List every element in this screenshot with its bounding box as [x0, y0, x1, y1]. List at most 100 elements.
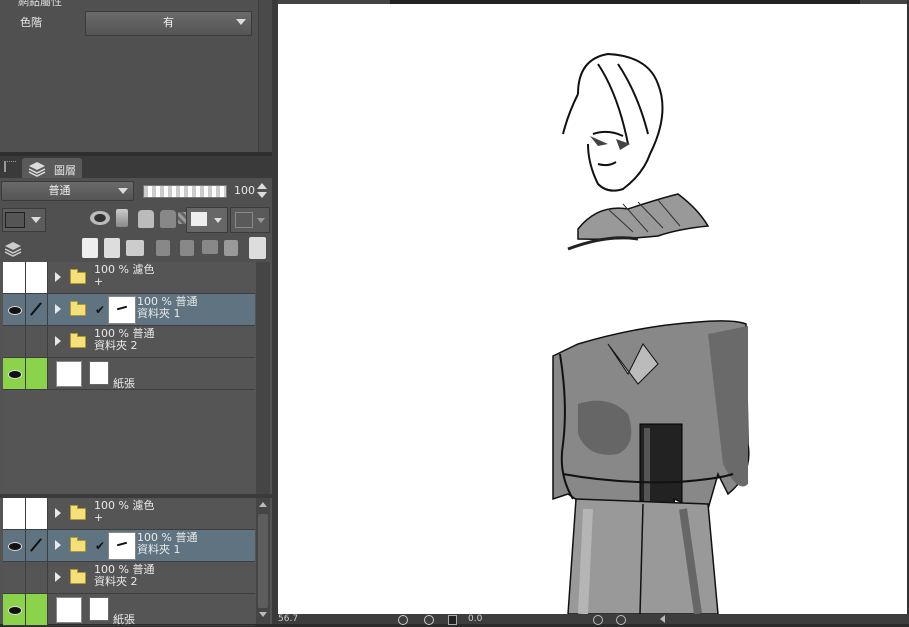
expand-icon[interactable]: [55, 572, 61, 582]
layer-info: 100 % 濾色: [94, 263, 155, 276]
character-illustration: [552, 52, 750, 614]
layer-list-bottom: 100 % 濾色 + ✔ 100 % 普通 資料夾 1 100 % 普通 資料夾…: [3, 498, 255, 626]
pen-icon: [30, 302, 42, 316]
check-icon: ✔: [95, 539, 106, 553]
clip-icon[interactable]: [90, 211, 110, 225]
apply-mask-icon[interactable]: [224, 240, 238, 256]
visibility-toggle[interactable]: [3, 358, 26, 389]
new-folder-icon[interactable]: [126, 240, 144, 256]
layer-row[interactable]: 紙張: [3, 594, 255, 626]
chevron-down-icon: [118, 188, 128, 194]
blend-mode-dropdown[interactable]: 普通: [1, 181, 134, 201]
expand-icon[interactable]: [55, 336, 61, 346]
paper-icon: [89, 361, 109, 385]
transfer-down-icon[interactable]: [180, 240, 194, 256]
new-layer-icon[interactable]: [82, 238, 98, 258]
scroll-left-icon[interactable]: [660, 615, 665, 623]
opacity-stepper[interactable]: [257, 183, 267, 199]
lock-toggle[interactable]: [26, 358, 48, 389]
visibility-toggle[interactable]: [3, 562, 26, 593]
ruler-icon: [235, 212, 253, 228]
drawing-canvas[interactable]: [278, 4, 908, 614]
layer-row[interactable]: 紙張: [3, 358, 255, 390]
visibility-toggle[interactable]: [3, 594, 26, 625]
layer-list-scrollbar[interactable]: [256, 262, 270, 494]
visibility-toggle[interactable]: [3, 498, 26, 529]
layer-list-top: 100 % 濾色 + ✔ 100 % 普通 資料夾 1 100 % 普通 資料夾…: [3, 262, 255, 494]
layer-mask-dropdown[interactable]: [186, 207, 228, 233]
layer-row[interactable]: 100 % 普通 資料夾 2: [3, 326, 255, 358]
reference-icon[interactable]: [116, 209, 128, 227]
layer-panel-icon: [4, 242, 22, 257]
layer-name: 紙張: [113, 377, 135, 390]
trash-icon[interactable]: [249, 237, 266, 259]
mask-create-icon[interactable]: [202, 240, 218, 254]
new-vector-layer-icon[interactable]: [104, 238, 120, 258]
eye-icon: [8, 306, 22, 315]
layer-tabbar: 圖層: [0, 156, 272, 178]
tone-dropdown-value: 有: [163, 16, 174, 29]
color-swatch-icon: [5, 212, 25, 228]
layer-thumbnail: [108, 532, 136, 560]
layer-name: 資料夾 2: [94, 575, 138, 588]
ruler-dropdown[interactable]: [230, 207, 270, 233]
rotation-value[interactable]: 0.0: [468, 614, 482, 624]
visibility-toggle[interactable]: [3, 530, 26, 561]
lock-toggle[interactable]: [26, 562, 48, 593]
paper-icon: [89, 597, 109, 621]
expand-icon[interactable]: [55, 272, 61, 282]
folder-icon: [70, 301, 86, 316]
lock-toggle[interactable]: [26, 262, 48, 293]
expand-icon[interactable]: [55, 540, 61, 550]
panel-menu-icon[interactable]: [4, 161, 16, 172]
layer-list-bottom-scrollbar[interactable]: [256, 498, 270, 624]
check-icon: ✔: [95, 303, 106, 317]
left-panel: 網點屬性 色階 有 圖層 普通 100 100 % 濾色 + ✔ 100 % 普…: [0, 0, 273, 626]
scroll-thumb[interactable]: [258, 514, 268, 608]
tone-dropdown[interactable]: 有: [85, 11, 252, 36]
chevron-down-icon: [31, 217, 41, 223]
layer-color-button[interactable]: [2, 208, 46, 232]
layer-row[interactable]: 100 % 濾色 +: [3, 498, 255, 530]
zoom-value[interactable]: 56.7: [278, 614, 298, 624]
scroll-up-icon[interactable]: [259, 502, 267, 507]
properties-title: 網點屬性: [18, 0, 62, 8]
visibility-toggle[interactable]: [3, 326, 26, 357]
edit-toggle[interactable]: [26, 530, 48, 561]
lock-toggle[interactable]: [26, 326, 48, 357]
folder-icon: [70, 269, 86, 284]
lock-alpha-icon[interactable]: [160, 210, 176, 228]
merge-down-icon[interactable]: [156, 240, 170, 256]
layer-panel-icon: [28, 162, 46, 177]
folder-icon: [70, 569, 86, 584]
layer-thumbnail: [56, 597, 82, 623]
folder-icon: [70, 537, 86, 552]
layer-row[interactable]: 100 % 普通 資料夾 2: [3, 562, 255, 594]
layer-options-row: [0, 204, 272, 234]
layer-info: 100 % 濾色: [94, 499, 155, 512]
tone-properties-panel: 網點屬性 色階 有: [0, 0, 258, 152]
edit-toggle[interactable]: [26, 294, 48, 325]
layer-thumbnail: [108, 296, 136, 324]
visibility-toggle[interactable]: [3, 262, 26, 293]
opacity-slider[interactable]: [143, 185, 227, 198]
visibility-toggle[interactable]: [3, 294, 26, 325]
tab-layers-label: 圖層: [54, 164, 76, 177]
expand-icon[interactable]: [55, 508, 61, 518]
lock-toggle[interactable]: [26, 594, 48, 625]
layer-name: +: [94, 511, 104, 524]
scroll-down-icon[interactable]: [259, 612, 267, 617]
tab-layers[interactable]: 圖層: [22, 158, 82, 178]
layer-row[interactable]: ✔ 100 % 普通 資料夾 1: [3, 294, 255, 326]
tone-label: 色階: [20, 16, 42, 29]
layer-name: 資料夾 2: [94, 339, 138, 352]
layer-name: 紙張: [113, 613, 135, 626]
layer-row[interactable]: ✔ 100 % 普通 資料夾 1: [3, 530, 255, 562]
expand-icon[interactable]: [55, 304, 61, 314]
status-bar: 56.7 0.0: [278, 614, 909, 625]
properties-scrollbar[interactable]: [258, 0, 273, 152]
chevron-down-icon: [257, 218, 265, 223]
lock-toggle[interactable]: [26, 498, 48, 529]
layer-row[interactable]: 100 % 濾色 +: [3, 262, 255, 294]
lock-icon[interactable]: [138, 210, 154, 228]
